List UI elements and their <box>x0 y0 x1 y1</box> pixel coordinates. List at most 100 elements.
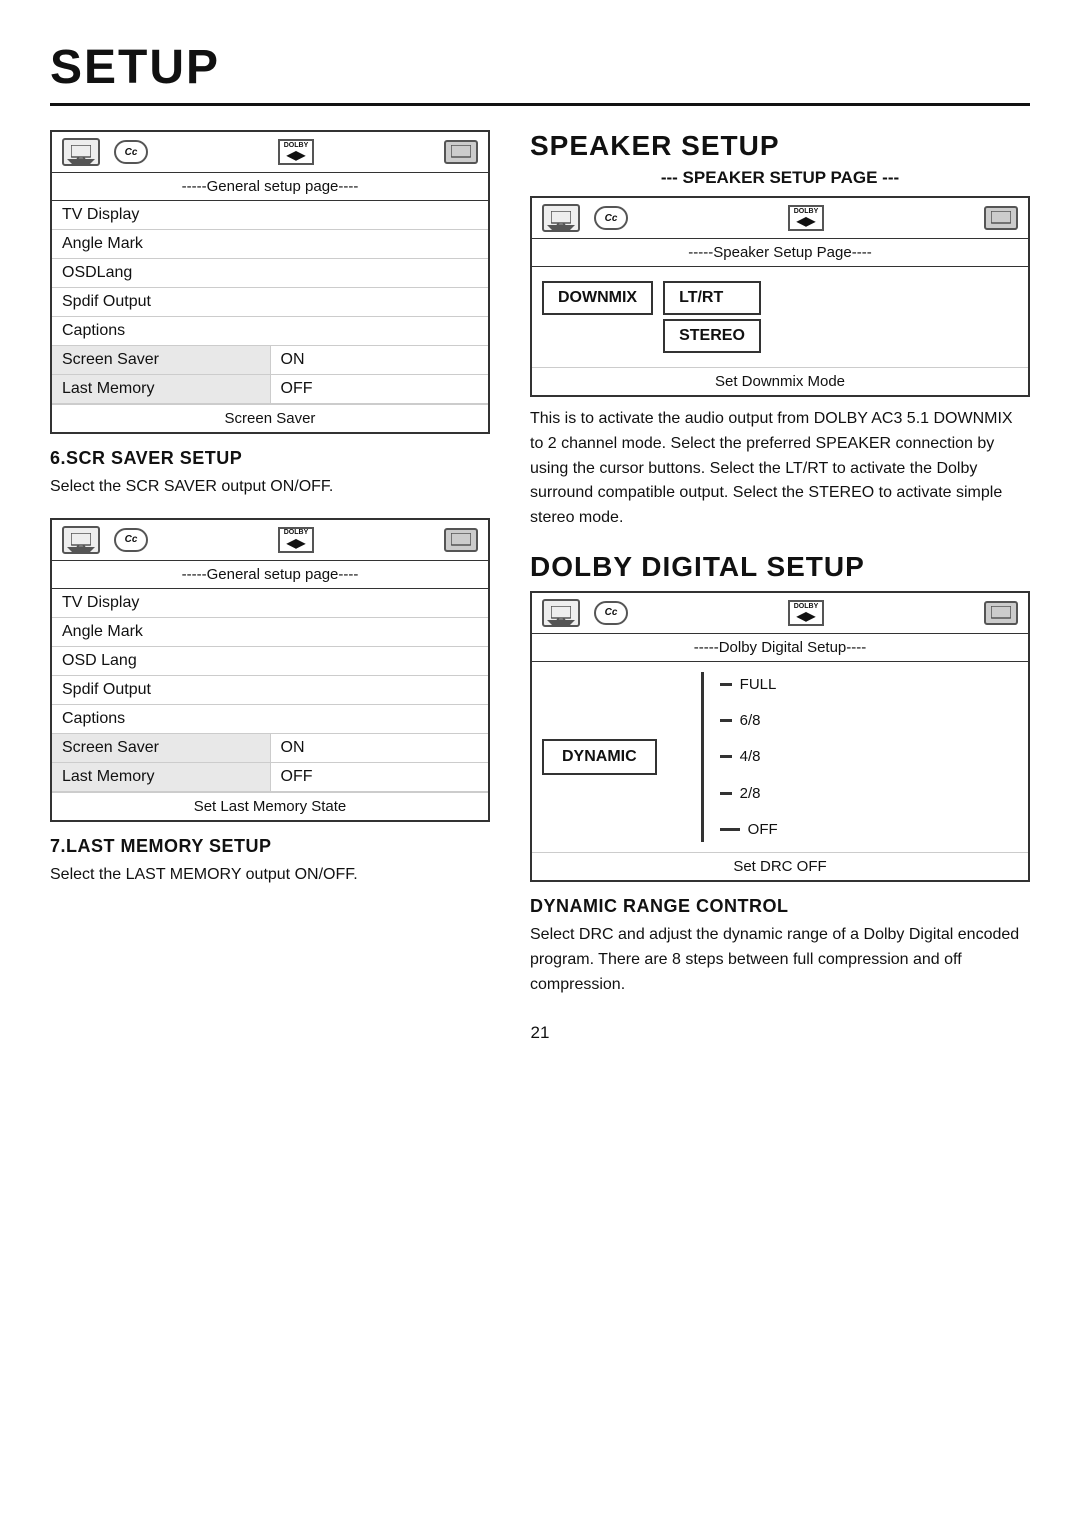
menu-cell: Captions <box>52 317 488 345</box>
menu-row: Captions <box>52 317 488 346</box>
scale-row-28: 2/8 <box>720 785 778 802</box>
menu-cell-last-memory-2: Last Memory <box>52 763 270 791</box>
cc-icon-sp: Cc <box>594 206 628 230</box>
speaker-menu-header: Cc DOLBY ◀▶ <box>532 198 1028 239</box>
scale-tick <box>720 683 732 686</box>
scale-row-68: 6/8 <box>720 712 778 729</box>
speaker-footer: Set Downmix Mode <box>532 367 1028 395</box>
dolby-scale-area: FULL 6/8 4/8 <box>701 672 778 842</box>
scale-row-off: OFF <box>720 821 778 838</box>
last-memory-text: Select the LAST MEMORY output ON/OFF. <box>50 863 490 888</box>
menu-row: Screen Saver ON <box>52 346 488 375</box>
lt-rt-button[interactable]: LT/RT <box>663 281 761 315</box>
page-title: SETUP <box>50 40 1030 106</box>
scr-saver-section: 6.SCR SAVER SETUP Select the SCR SAVER o… <box>50 448 490 500</box>
menu-cell-screen-saver-2: Screen Saver <box>52 734 270 762</box>
menu-cell-off-2: OFF <box>270 763 489 791</box>
dolby-icon: DOLBY ◀▶ <box>278 139 314 165</box>
dolby-menu-subtitle: -----Dolby Digital Setup---- <box>532 634 1028 662</box>
stereo-button[interactable]: STEREO <box>663 319 761 353</box>
menu-row: TV Display <box>52 201 488 230</box>
menu-row: OSD Lang <box>52 647 488 676</box>
menu-row: Spdif Output <box>52 676 488 705</box>
drc-text: Select DRC and adjust the dynamic range … <box>530 923 1030 997</box>
menu-cell-last-memory-1: Last Memory <box>52 375 270 403</box>
menu-cell: TV Display <box>52 201 488 229</box>
dolby-footer: Set DRC OFF <box>532 852 1028 880</box>
menu-row: OSDLang <box>52 259 488 288</box>
menu-row: Angle Mark <box>52 618 488 647</box>
right-column: SPEAKER SETUP --- SPEAKER SETUP PAGE ---… <box>530 130 1030 1003</box>
scale-label-full: FULL <box>740 676 777 693</box>
speaker-menu-box: Cc DOLBY ◀▶ -----Speaker Setup Page---- … <box>530 196 1030 397</box>
menu-row: Last Memory OFF <box>52 763 488 792</box>
header-icons-2: Cc <box>62 526 148 554</box>
tv-icon <box>62 138 100 166</box>
dynamic-button[interactable]: DYNAMIC <box>542 739 657 775</box>
speaker-description: This is to activate the audio output fro… <box>530 407 1030 531</box>
drc-section: DYNAMIC RANGE CONTROL Select DRC and adj… <box>530 896 1030 997</box>
page-number: 21 <box>50 1023 1030 1043</box>
screen-icon-sp <box>984 206 1018 230</box>
last-memory-heading: 7.LAST MEMORY SETUP <box>50 836 490 857</box>
menu-row: Screen Saver ON <box>52 734 488 763</box>
cc-icon-2: Cc <box>114 528 148 552</box>
menu-header-2: Cc DOLBY ◀▶ <box>52 520 488 561</box>
menu-footer-1: Screen Saver <box>52 404 488 432</box>
dolby-scale: FULL 6/8 4/8 <box>720 672 778 842</box>
scr-saver-text: Select the SCR SAVER output ON/OFF. <box>50 475 490 500</box>
scale-tick <box>720 792 732 795</box>
dolby-digital-section: DOLBY DIGITAL SETUP Cc DOLBY ◀▶ <box>530 551 1030 997</box>
drc-heading: DYNAMIC RANGE CONTROL <box>530 896 1030 917</box>
menu-cell: Angle Mark <box>52 230 488 258</box>
menu-cell: TV Display <box>52 589 488 617</box>
menu-cell-screen-saver: Screen Saver <box>52 346 270 374</box>
scale-tick <box>720 755 732 758</box>
screen-icon-2 <box>444 528 478 552</box>
dolby-inner: DYNAMIC FULL 6/8 <box>532 662 1028 852</box>
speaker-setup-section: SPEAKER SETUP --- SPEAKER SETUP PAGE ---… <box>530 130 1030 531</box>
dolby-menu-header: Cc DOLBY ◀▶ <box>532 593 1028 634</box>
menu-cell: Angle Mark <box>52 618 488 646</box>
dolby-icon-sp: DOLBY ◀▶ <box>788 205 824 231</box>
speaker-right-options: LT/RT STEREO <box>663 281 761 353</box>
scale-label-off: OFF <box>748 821 778 838</box>
downmix-button[interactable]: DOWNMIX <box>542 281 653 315</box>
menu-row: Last Memory OFF <box>52 375 488 404</box>
dolby-digital-title: DOLBY DIGITAL SETUP <box>530 551 1030 583</box>
dolby-icon-dol: DOLBY ◀▶ <box>788 600 824 626</box>
header-icons-1: Cc <box>62 138 148 166</box>
speaker-setup-subtitle: --- SPEAKER SETUP PAGE --- <box>530 168 1030 188</box>
menu-cell: Captions <box>52 705 488 733</box>
menu-subtitle-2: -----General setup page---- <box>52 561 488 589</box>
menu-cell-off-1: OFF <box>270 375 489 403</box>
menu-box-2: Cc DOLBY ◀▶ -----General setup page---- … <box>50 518 490 822</box>
menu-row: TV Display <box>52 589 488 618</box>
screen-icon-dol <box>984 601 1018 625</box>
scale-tick-bottom <box>720 828 740 831</box>
menu-cell-on-2: ON <box>270 734 489 762</box>
dolby-icon-2: DOLBY ◀▶ <box>278 527 314 553</box>
scale-label-28: 2/8 <box>740 785 761 802</box>
menu-footer-2: Set Last Memory State <box>52 792 488 820</box>
menu-cell-on: ON <box>270 346 489 374</box>
tv-icon-sp <box>542 204 580 232</box>
menu-header-1: Cc DOLBY ◀▶ <box>52 132 488 173</box>
menu-cell: OSD Lang <box>52 647 488 675</box>
menu-row: Spdif Output <box>52 288 488 317</box>
menu-row: Angle Mark <box>52 230 488 259</box>
last-memory-section: 7.LAST MEMORY SETUP Select the LAST MEMO… <box>50 836 490 888</box>
menu-subtitle-1: -----General setup page---- <box>52 173 488 201</box>
speaker-header-icons: Cc <box>542 204 628 232</box>
speaker-menu-subtitle: -----Speaker Setup Page---- <box>532 239 1028 267</box>
dolby-menu-box: Cc DOLBY ◀▶ -----Dolby Digital Setup----… <box>530 591 1030 882</box>
scale-row-full: FULL <box>720 676 778 693</box>
menu-cell: Spdif Output <box>52 288 488 316</box>
dolby-left: DYNAMIC <box>542 672 657 842</box>
left-column: Cc DOLBY ◀▶ -----General setup page---- … <box>50 130 490 1003</box>
scale-tick <box>720 719 732 722</box>
menu-box-1: Cc DOLBY ◀▶ -----General setup page---- … <box>50 130 490 434</box>
tv-icon-2 <box>62 526 100 554</box>
scr-saver-heading: 6.SCR SAVER SETUP <box>50 448 490 469</box>
tv-icon-dol <box>542 599 580 627</box>
